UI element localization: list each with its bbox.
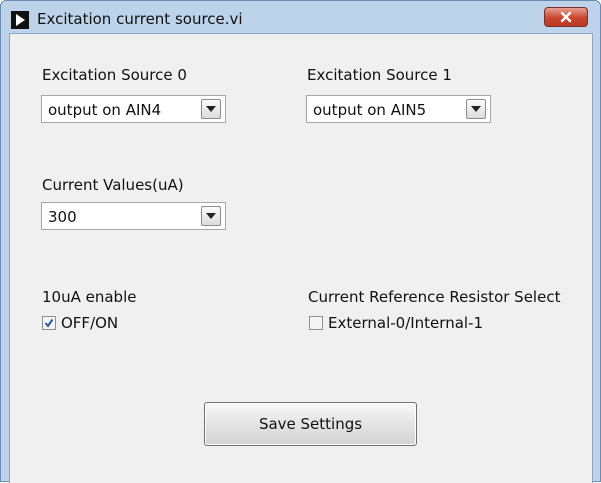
chevron-down-icon[interactable] <box>201 206 221 226</box>
excitation-source-0-label: Excitation Source 0 <box>42 66 187 84</box>
reference-resistor-checkbox[interactable] <box>309 316 323 330</box>
reference-resistor-label: Current Reference Resistor Select <box>308 288 561 306</box>
front-panel: Excitation Source 0 output on AIN4 Excit… <box>9 33 593 483</box>
chevron-down-icon[interactable] <box>466 99 486 119</box>
current-values-label: Current Values(uA) <box>42 176 184 194</box>
current-values-value: 300 <box>48 208 77 226</box>
enable-10ua-checkbox[interactable] <box>42 316 56 330</box>
run-arrow-icon <box>11 11 29 29</box>
current-values-dropdown[interactable]: 300 <box>41 202 226 230</box>
enable-10ua-label: 10uA enable <box>42 288 137 306</box>
chevron-down-icon[interactable] <box>201 99 221 119</box>
excitation-source-1-value: output on AIN5 <box>313 101 427 119</box>
excitation-source-1-dropdown[interactable]: output on AIN5 <box>306 95 491 123</box>
reference-resistor-checkbox-label: External-0/Internal-1 <box>328 314 484 332</box>
checkmark-icon <box>44 318 54 328</box>
save-settings-button[interactable]: Save Settings <box>204 402 417 446</box>
excitation-source-0-value: output on AIN4 <box>48 101 162 119</box>
save-settings-label: Save Settings <box>258 415 363 433</box>
vi-window: Excitation current source.vi Excitation … <box>0 0 601 483</box>
close-icon <box>560 11 572 23</box>
enable-10ua-checkbox-label: OFF/ON <box>61 314 119 332</box>
close-button[interactable] <box>544 7 588 27</box>
excitation-source-0-dropdown[interactable]: output on AIN4 <box>41 95 226 123</box>
excitation-source-1-label: Excitation Source 1 <box>307 66 452 84</box>
title-bar[interactable]: Excitation current source.vi <box>1 1 600 35</box>
window-title: Excitation current source.vi <box>37 10 243 28</box>
